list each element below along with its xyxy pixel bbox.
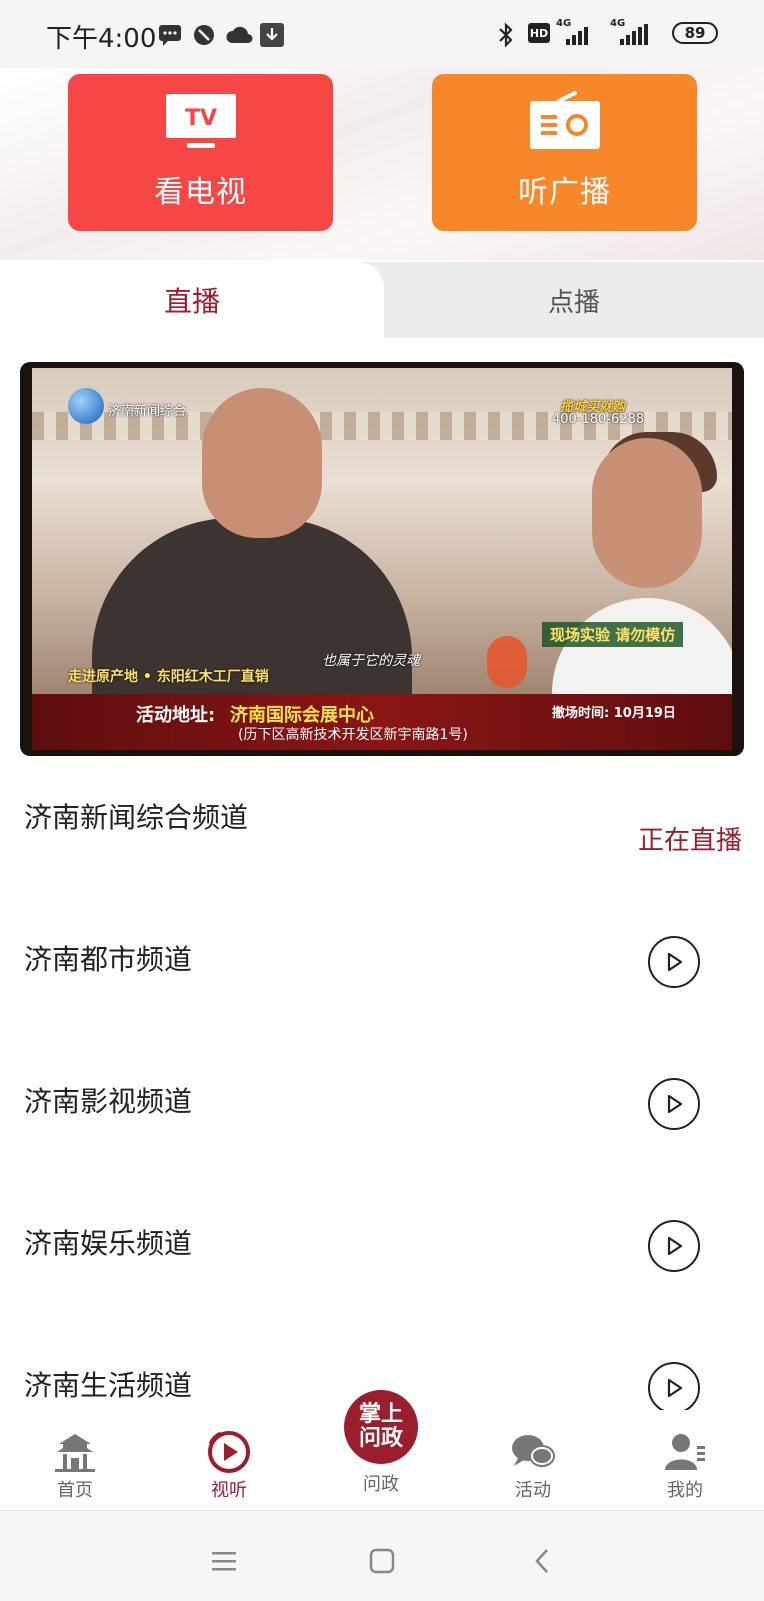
- play-icon[interactable]: [648, 1078, 700, 1130]
- channel-name: 济南娱乐频道: [24, 1227, 193, 1260]
- channel-logo-icon: [68, 388, 104, 424]
- radio-icon: [529, 91, 601, 155]
- block-icon: [193, 22, 215, 48]
- channel-row-film[interactable]: 济南影视频道: [0, 1054, 764, 1196]
- watch-play-icon: [174, 1430, 284, 1474]
- warning-caption: 现场实验 请勿模仿: [542, 622, 684, 647]
- hotline-number: 400-180-6288: [552, 412, 645, 427]
- status-bar: 下午4:00 HD 4G 4G 89: [0, 0, 764, 68]
- tab-home-label: 首页: [57, 1480, 93, 1501]
- cloud-icon: [225, 22, 253, 48]
- hero-section: TV 看电视 听广播: [0, 68, 764, 260]
- channel-row-news[interactable]: 济南新闻综合频道 正在直播: [0, 770, 764, 912]
- video-player[interactable]: 济南新闻综合 揽城买就购 400-180-6288 现场实验 请勿模仿 也属于它…: [20, 362, 744, 756]
- channel-name: 济南新闻综合频道: [24, 801, 249, 834]
- channel-logo-text: 济南新闻综合: [108, 404, 187, 419]
- lantern-shape: [487, 636, 527, 688]
- address-label: 活动地址:: [136, 705, 216, 726]
- channel-name: 济南都市频道: [24, 943, 193, 976]
- live-status: 正在直播: [637, 826, 742, 856]
- battery-indicator: 89: [672, 22, 718, 44]
- tab-activity-label: 活动: [515, 1480, 551, 1501]
- video-frame[interactable]: 济南新闻综合 揽城买就购 400-180-6288 现场实验 请勿模仿 也属于它…: [32, 368, 732, 750]
- bottom-tab-bar: 首页 视听 掌上 问政 问政 活动 我的: [0, 1390, 764, 1510]
- tab-mine[interactable]: 我的: [630, 1430, 740, 1502]
- menu-icon[interactable]: [204, 1541, 244, 1581]
- hd-icon: HD: [528, 23, 550, 43]
- channel-row-city[interactable]: 济南都市频道: [0, 912, 764, 1054]
- tab-politics-label: 问政: [363, 1474, 399, 1495]
- signal-icon-1: [564, 22, 594, 48]
- mode-tabs: 直播 点播: [0, 262, 764, 338]
- subtitle-quote: 也属于它的灵魂: [322, 653, 420, 669]
- status-time: 下午4:00: [46, 24, 157, 54]
- tab-mine-label: 我的: [667, 1480, 703, 1501]
- palm-politics-button[interactable]: 掌上 问政: [344, 1390, 418, 1464]
- tab-vod[interactable]: 点播: [384, 262, 764, 338]
- tab-activity[interactable]: 活动: [478, 1430, 588, 1502]
- play-icon[interactable]: [648, 1362, 700, 1410]
- tab-home[interactable]: 首页: [20, 1430, 130, 1502]
- promo-caption: 走进原产地 • 东阳红木工厂直销: [68, 669, 269, 685]
- message-icon: [158, 22, 182, 48]
- watch-tv-button[interactable]: TV 看电视: [68, 74, 333, 231]
- bluetooth-icon: [496, 22, 516, 48]
- guest-head: [592, 438, 702, 588]
- home-square-icon[interactable]: [362, 1541, 402, 1581]
- system-nav-bar: [0, 1510, 764, 1601]
- tv-icon: TV: [165, 93, 237, 155]
- speaker-head: [202, 388, 322, 538]
- address-detail: (历下区高新技术开发区新宇南路1号): [238, 727, 468, 743]
- tab-watch-label: 视听: [211, 1480, 247, 1501]
- listen-radio-button[interactable]: 听广播: [432, 74, 697, 231]
- download-icon: [260, 22, 284, 48]
- channel-row-entertainment[interactable]: 济南娱乐频道: [0, 1196, 764, 1338]
- center-line-2: 问政: [358, 1426, 403, 1451]
- play-icon[interactable]: [648, 936, 700, 988]
- tab-live[interactable]: 直播: [0, 262, 384, 338]
- chat-bubbles-icon: [478, 1430, 588, 1474]
- center-line-1: 掌上: [358, 1402, 403, 1427]
- channel-name: 济南影视频道: [24, 1085, 193, 1118]
- tab-watch[interactable]: 视听: [174, 1430, 284, 1502]
- pavilion-icon: [20, 1430, 130, 1474]
- svg-text:TV: TV: [184, 106, 216, 131]
- signal-icon-2: [618, 22, 650, 48]
- watch-tv-label: 看电视: [154, 175, 247, 210]
- listen-radio-label: 听广播: [518, 175, 611, 210]
- back-icon[interactable]: [522, 1541, 562, 1581]
- play-icon[interactable]: [648, 1220, 700, 1272]
- channel-name: 济南生活频道: [24, 1369, 193, 1402]
- profile-icon: [630, 1430, 740, 1474]
- close-time: 撤场时间: 10月19日: [552, 706, 676, 721]
